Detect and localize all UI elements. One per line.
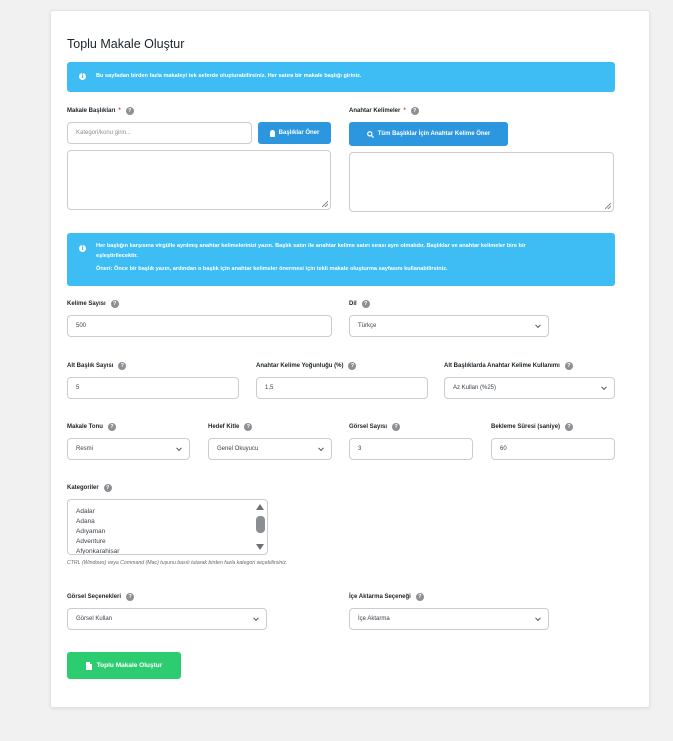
resize-grip-icon[interactable] <box>322 201 328 207</box>
help-icon[interactable]: ? <box>348 362 357 370</box>
word-count-input[interactable]: 500 <box>67 315 332 337</box>
titles-label: Makale Başlıkları * ? <box>67 107 134 115</box>
chevron-down-icon <box>253 615 259 622</box>
help-icon[interactable]: ? <box>125 107 134 115</box>
keyword-alert-line1: Her başlığın karşısına virgülle ayrılmış… <box>96 243 526 249</box>
document-icon <box>85 661 92 670</box>
categories-label: Kategoriler ? <box>67 484 112 492</box>
page-title: Toplu Makale Oluştur <box>67 37 185 51</box>
category-option[interactable]: Afyonkarahisar <box>76 548 119 554</box>
help-icon[interactable]: ? <box>565 423 574 431</box>
help-icon[interactable]: ? <box>103 484 112 492</box>
help-icon[interactable]: ? <box>415 593 424 601</box>
help-icon[interactable]: ? <box>110 300 119 308</box>
suggest-titles-button[interactable]: Başlıklar Öner <box>258 122 331 144</box>
suggest-all-keywords-button[interactable]: Tüm Başlıklar İçin Anahtar Kelime Öner <box>349 122 508 146</box>
language-select[interactable]: Türkçe <box>349 315 549 337</box>
help-icon[interactable]: ? <box>244 423 253 431</box>
keyword-info-alert: i Her başlığın karşısına virgülle ayrılm… <box>67 233 615 286</box>
chevron-down-icon <box>176 445 182 452</box>
image-count-label: Görsel Sayısı ? <box>349 423 401 431</box>
required-marker: * <box>403 108 406 114</box>
image-options-select[interactable]: Görsel Kullan <box>67 608 267 630</box>
language-label: Dil ? <box>349 300 370 308</box>
chevron-down-icon <box>318 445 324 452</box>
scroll-thumb[interactable] <box>256 516 265 533</box>
import-option-select[interactable]: İçe Aktarma <box>349 608 549 630</box>
wait-time-input[interactable]: 60 <box>491 438 615 460</box>
info-alert-text: Bu sayfadan birden fazla makaleyi tek se… <box>96 73 362 79</box>
keywords-label: Anahtar Kelimeler * ? <box>349 107 419 115</box>
help-icon[interactable]: ? <box>410 107 419 115</box>
word-count-label: Kelime Sayısı ? <box>67 300 119 308</box>
import-option-label: İçe Aktarma Seçeneği ? <box>349 593 424 601</box>
tone-select[interactable]: Resmi <box>67 438 190 460</box>
lightbulb-icon <box>269 129 275 137</box>
resize-grip-icon[interactable] <box>605 203 611 209</box>
category-option[interactable]: Adana <box>76 518 95 525</box>
help-icon[interactable]: ? <box>564 362 573 370</box>
help-icon[interactable]: ? <box>107 423 116 431</box>
keyword-density-label: Anahtar Kelime Yoğunluğu (%) ? <box>256 362 357 370</box>
subheading-keyword-usage-select[interactable]: Az Kullan (%25) <box>444 377 615 399</box>
subheading-count-input[interactable]: 5 <box>67 377 239 399</box>
titles-textarea[interactable] <box>67 150 331 210</box>
search-icon <box>366 130 374 138</box>
chevron-down-icon <box>535 322 541 329</box>
help-icon[interactable]: ? <box>361 300 370 308</box>
subheading-count-label: Alt Başlık Sayısı ? <box>67 362 127 370</box>
tone-label: Makale Tonu ? <box>67 423 116 431</box>
category-option[interactable]: Adıyaman <box>76 528 105 535</box>
info-icon: i <box>79 245 86 252</box>
keyword-alert-line2: eşleştirilecektir. <box>96 253 138 259</box>
scroll-up-icon[interactable] <box>256 504 264 510</box>
help-icon[interactable]: ? <box>392 423 401 431</box>
categories-scrollbar[interactable] <box>256 502 265 552</box>
audience-label: Hedef Kitle ? <box>208 423 253 431</box>
bulk-article-panel: Toplu Makale Oluştur i Bu sayfadan birde… <box>50 10 650 708</box>
keywords-textarea[interactable] <box>349 152 614 212</box>
info-icon: i <box>79 73 86 80</box>
help-icon[interactable]: ? <box>126 593 135 601</box>
scroll-down-icon[interactable] <box>256 544 264 550</box>
create-bulk-articles-button[interactable]: Toplu Makale Oluştur <box>67 652 181 679</box>
keyword-density-input[interactable]: 1,5 <box>256 377 428 399</box>
chevron-down-icon <box>601 384 607 391</box>
image-count-input[interactable]: 3 <box>349 438 473 460</box>
category-topic-input[interactable]: Kategori/konu girin... <box>67 122 252 144</box>
info-alert: i Bu sayfadan birden fazla makaleyi tek … <box>67 62 615 92</box>
keyword-alert-line3: Öneri: Önce bir başlık yazın, ardından o… <box>96 266 448 272</box>
categories-note: CTRL (Windows) veya Command (Mac) tuşunu… <box>67 560 288 566</box>
subheading-keyword-usage-label: Alt Başlıklarda Anahtar Kelime Kullanımı… <box>444 362 573 370</box>
audience-select[interactable]: Genel Okuyucu <box>208 438 332 460</box>
category-option[interactable]: Adventure <box>76 538 106 545</box>
category-option[interactable]: Adalar <box>76 508 95 515</box>
image-options-label: Görsel Seçenekleri ? <box>67 593 135 601</box>
chevron-down-icon <box>535 615 541 622</box>
help-icon[interactable]: ? <box>118 362 127 370</box>
required-marker: * <box>118 108 121 114</box>
wait-time-label: Bekleme Süresi (saniye) ? <box>491 423 574 431</box>
categories-multiselect[interactable]: Adalar Adana Adıyaman Adventure Afyonkar… <box>67 499 268 555</box>
